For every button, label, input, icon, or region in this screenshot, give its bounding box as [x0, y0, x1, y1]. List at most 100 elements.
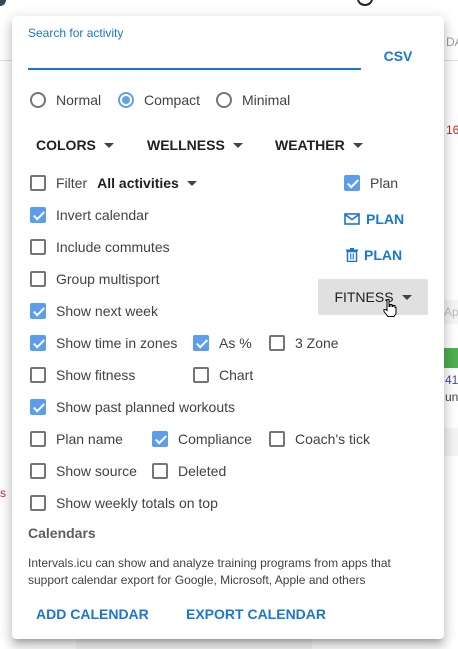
- three-zone-checkbox[interactable]: [269, 335, 285, 351]
- show-source-label: Show source: [56, 463, 137, 479]
- bg-account-icon[interactable]: [357, 0, 373, 6]
- option-weekly-totals-top[interactable]: Show weekly totals on top: [30, 492, 218, 514]
- option-show-source[interactable]: Show source: [30, 460, 137, 482]
- show-fitness-label: Show fitness: [56, 367, 136, 383]
- coachs-tick-label: Coach's tick: [295, 431, 371, 447]
- show-next-week-checkbox[interactable]: [30, 303, 46, 319]
- caret-down-icon: [186, 180, 197, 186]
- option-show-time-in-zones[interactable]: Show time in zones: [30, 332, 177, 354]
- calendar-options-popup: Search for activity CSV Normal Compact M…: [12, 16, 444, 639]
- wellness-menu-label: WELLNESS: [147, 137, 225, 153]
- show-time-in-zones-label: Show time in zones: [56, 335, 178, 351]
- view-mode-compact-label: Compact: [144, 92, 201, 108]
- three-zone-label: 3 Zone: [295, 335, 339, 351]
- plan-name-checkbox[interactable]: [30, 431, 46, 447]
- colors-menu-label: COLORS: [36, 137, 96, 153]
- bg-app-icon: [0, 0, 6, 6]
- compliance-checkbox[interactable]: [152, 431, 168, 447]
- search-label: Search for activity: [28, 26, 124, 40]
- add-calendar-button[interactable]: ADD CALENDAR: [36, 604, 149, 624]
- view-mode-normal-label: Normal: [56, 92, 102, 108]
- fitness-menu-button[interactable]: FITNESS: [318, 279, 428, 315]
- plan-checkbox[interactable]: [344, 175, 360, 191]
- wellness-menu-button[interactable]: WELLNESS: [147, 134, 243, 156]
- invert-calendar-label: Invert calendar: [56, 207, 149, 223]
- coachs-tick-checkbox[interactable]: [269, 431, 285, 447]
- bg-bottom-cell: [76, 639, 312, 649]
- filter-checkbox[interactable]: [30, 175, 46, 191]
- option-coachs-tick[interactable]: Coach's tick: [269, 428, 370, 450]
- include-commutes-label: Include commutes: [56, 239, 170, 255]
- search-input[interactable]: [28, 42, 361, 70]
- view-mode-minimal[interactable]: Minimal: [216, 89, 290, 111]
- export-calendar-button[interactable]: EXPORT CALENDAR: [186, 604, 326, 624]
- weather-menu-button[interactable]: WEATHER: [275, 134, 363, 156]
- option-invert-calendar[interactable]: Invert calendar: [30, 204, 149, 226]
- bg-fragment-ap: Ap: [444, 305, 458, 319]
- option-compliance[interactable]: Compliance: [152, 428, 252, 450]
- filter-select[interactable]: All activities: [97, 175, 197, 191]
- show-next-week-label: Show next week: [56, 303, 158, 319]
- as-percent-label: As %: [219, 335, 252, 351]
- show-time-in-zones-checkbox[interactable]: [30, 335, 46, 351]
- delete-plan-label: PLAN: [364, 247, 403, 263]
- view-mode-compact[interactable]: Compact: [118, 89, 200, 111]
- option-group-multisport[interactable]: Group multisport: [30, 268, 159, 290]
- group-multisport-checkbox[interactable]: [30, 271, 46, 287]
- show-past-planned-checkbox[interactable]: [30, 399, 46, 415]
- csv-button[interactable]: CSV: [376, 44, 420, 68]
- filter-select-value: All activities: [97, 175, 179, 191]
- view-mode-minimal-label: Minimal: [242, 92, 291, 108]
- bg-fragment-41: 41/: [445, 373, 458, 387]
- filter-row: Filter All activities: [30, 172, 197, 194]
- caret-down-icon: [401, 294, 412, 300]
- colors-menu-button[interactable]: COLORS: [36, 134, 114, 156]
- option-as-percent[interactable]: As %: [193, 332, 252, 354]
- option-show-past-planned[interactable]: Show past planned workouts: [30, 396, 235, 418]
- email-icon: [344, 213, 360, 225]
- bg-green-bar: [444, 348, 458, 368]
- option-chart[interactable]: Chart: [193, 364, 253, 386]
- caret-down-icon: [352, 142, 363, 148]
- caret-down-icon: [103, 142, 114, 148]
- bg-fragment-day: DA: [446, 35, 458, 49]
- email-plan-label: PLAN: [366, 211, 405, 227]
- weather-menu-label: WEATHER: [275, 137, 345, 153]
- delete-plan-button[interactable]: PLAN: [346, 244, 402, 266]
- bg-row-divider-2: [444, 428, 458, 456]
- radio-minimal[interactable]: [216, 92, 232, 108]
- plan-toggle[interactable]: Plan: [344, 172, 398, 194]
- option-plan-name[interactable]: Plan name: [30, 428, 123, 450]
- filter-label: Filter: [56, 175, 88, 191]
- calendars-heading: Calendars: [28, 525, 96, 541]
- caret-down-icon: [232, 142, 243, 148]
- plan-label: Plan: [370, 175, 399, 191]
- plan-name-label: Plan name: [56, 431, 123, 447]
- chart-checkbox[interactable]: [193, 367, 209, 383]
- group-multisport-label: Group multisport: [56, 271, 160, 287]
- trash-icon: [346, 248, 358, 262]
- bg-fragment-s: s: [0, 486, 6, 500]
- view-mode-normal[interactable]: Normal: [30, 89, 101, 111]
- option-include-commutes[interactable]: Include commutes: [30, 236, 170, 258]
- invert-calendar-checkbox[interactable]: [30, 207, 46, 223]
- bg-fragment-un: un: [445, 390, 458, 404]
- include-commutes-checkbox[interactable]: [30, 239, 46, 255]
- email-plan-button[interactable]: PLAN: [344, 208, 404, 230]
- option-deleted[interactable]: Deleted: [152, 460, 226, 482]
- option-show-next-week[interactable]: Show next week: [30, 300, 158, 322]
- radio-compact[interactable]: [118, 92, 134, 108]
- option-three-zone[interactable]: 3 Zone: [269, 332, 339, 354]
- radio-normal[interactable]: [30, 92, 46, 108]
- chart-label: Chart: [219, 367, 254, 383]
- weekly-totals-top-label: Show weekly totals on top: [56, 495, 218, 511]
- weekly-totals-top-checkbox[interactable]: [30, 495, 46, 511]
- deleted-checkbox[interactable]: [152, 463, 168, 479]
- show-fitness-checkbox[interactable]: [30, 367, 46, 383]
- option-show-fitness[interactable]: Show fitness: [30, 364, 135, 386]
- mouse-cursor-icon: [383, 299, 397, 317]
- show-past-planned-label: Show past planned workouts: [56, 399, 235, 415]
- as-percent-checkbox[interactable]: [193, 335, 209, 351]
- bg-fragment-16: 16: [446, 123, 458, 137]
- show-source-checkbox[interactable]: [30, 463, 46, 479]
